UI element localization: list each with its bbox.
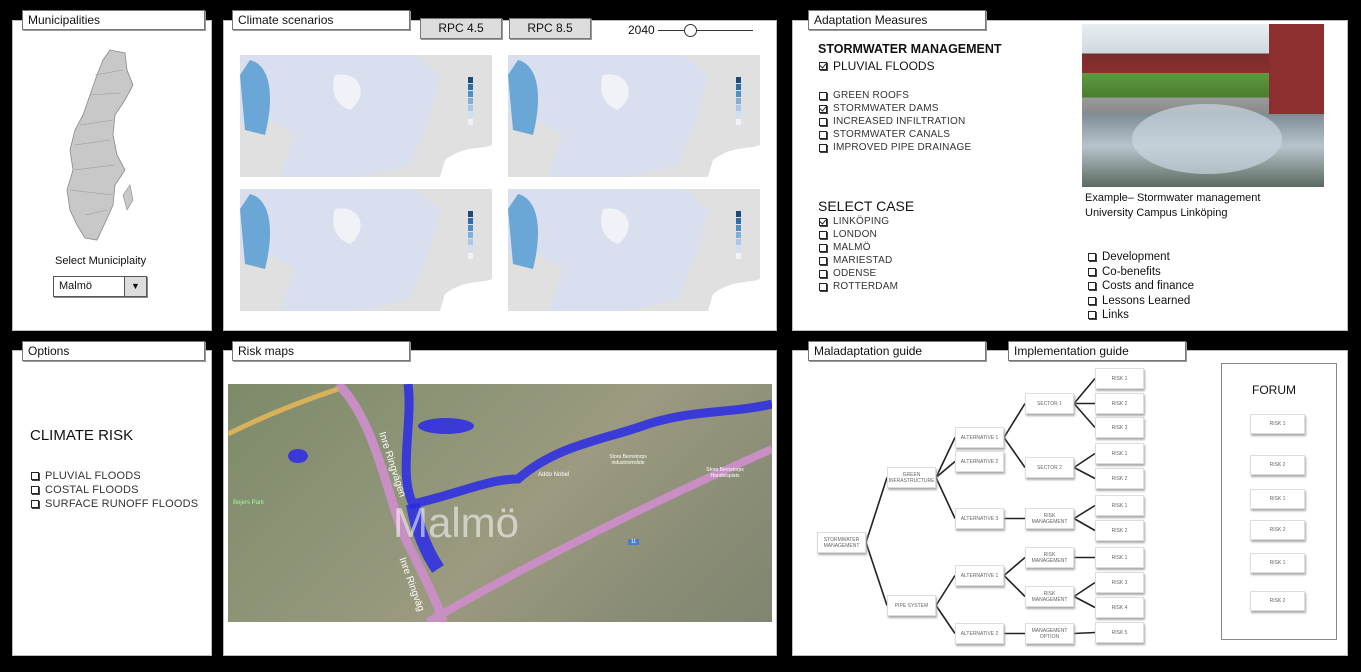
- tree-node[interactable]: ALTERNATIVE 3: [955, 508, 1004, 529]
- tree-node[interactable]: RISK 3: [1095, 572, 1144, 593]
- tree-edge: [1073, 517, 1096, 532]
- tree-node[interactable]: RISK 5: [1095, 622, 1144, 643]
- tree-node[interactable]: ALTERNATIVE 2: [955, 623, 1004, 644]
- forum-item[interactable]: RISK 2: [1250, 520, 1305, 540]
- tree-edge: [1003, 403, 1026, 438]
- tree-node[interactable]: ALTERNATIVE 2: [955, 451, 1004, 472]
- forum-item[interactable]: RISK 1: [1250, 553, 1305, 573]
- tree-node[interactable]: GREEN INFRASTRUCTURE: [887, 467, 936, 488]
- tree-edge: [1073, 631, 1096, 635]
- forum-item[interactable]: RISK 1: [1250, 489, 1305, 509]
- tree-edge: [1073, 504, 1096, 520]
- tree-node[interactable]: RISK 2: [1095, 468, 1144, 489]
- forum-item[interactable]: RISK 2: [1250, 591, 1305, 611]
- tree-node[interactable]: RISK 1: [1095, 443, 1144, 464]
- tree-node[interactable]: RISK 3: [1095, 417, 1144, 438]
- tree-node[interactable]: RISK 1: [1095, 368, 1144, 389]
- tree-edge: [1073, 452, 1096, 469]
- adaptation-title: Adaptation Measures: [808, 10, 986, 30]
- tree-node[interactable]: RISK 1: [1095, 547, 1144, 568]
- forum-title: FORUM: [1252, 383, 1296, 397]
- tree-node[interactable]: RISK MANAGEMENT: [1025, 547, 1074, 568]
- tree-edge: [1073, 402, 1096, 429]
- tree-edge: [1073, 581, 1096, 598]
- tree-edge: [1073, 466, 1096, 480]
- tree-edge: [1073, 377, 1096, 405]
- tree-node[interactable]: PIPE SYSTEM: [887, 595, 936, 616]
- tree-edge: [865, 542, 888, 606]
- climate-scenarios-title: Climate scenarios: [232, 10, 410, 30]
- tree-node[interactable]: RISK 1: [1095, 495, 1144, 516]
- forum-item[interactable]: RISK 2: [1250, 455, 1305, 475]
- tree-node[interactable]: RISK MANAGEMENT: [1025, 586, 1074, 607]
- tree-node[interactable]: RISK 2: [1095, 520, 1144, 541]
- tree-edge: [1003, 556, 1026, 577]
- tree-node[interactable]: ALTERNATIVE 1: [955, 427, 1004, 448]
- tab-maladaptation-guide[interactable]: Maladaptation guide: [808, 341, 986, 361]
- tree-edge: [1073, 595, 1096, 609]
- tree-node[interactable]: RISK 2: [1095, 393, 1144, 414]
- tree-node[interactable]: SECTOR 2: [1025, 457, 1074, 478]
- tree-edge: [935, 575, 956, 606]
- tree-edge: [935, 437, 956, 478]
- tab-implementation-guide[interactable]: Implementation guide: [1008, 341, 1186, 361]
- tree-edge: [935, 460, 956, 479]
- options-title: Options: [22, 341, 205, 361]
- tree-edge: [1003, 574, 1026, 598]
- tree-edge: [865, 477, 888, 543]
- municipalities-title: Municipalities: [22, 10, 205, 30]
- forum-item[interactable]: RISK 1: [1250, 414, 1305, 434]
- tree-node[interactable]: ALTERNATIVE 1: [955, 565, 1004, 586]
- tree-edge: [935, 605, 956, 634]
- tree-node[interactable]: RISK MANAGEMENT: [1025, 508, 1074, 529]
- tree-edge: [1003, 437, 1026, 468]
- risk-maps-title: Risk maps: [232, 341, 410, 361]
- tree-node[interactable]: RISK 4: [1095, 597, 1144, 618]
- tree-node[interactable]: MANAGEMENT OPTION: [1025, 623, 1074, 644]
- tree-node[interactable]: SECTOR 1: [1025, 393, 1074, 414]
- tree-node[interactable]: STORMWATER MANAGEMENT: [817, 532, 866, 553]
- tree-edge: [935, 477, 956, 519]
